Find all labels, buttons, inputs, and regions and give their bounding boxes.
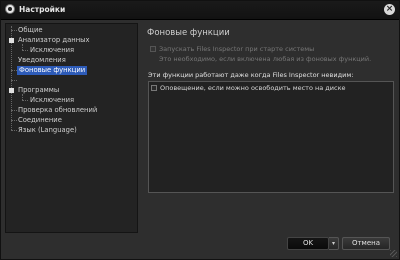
window-title: Настройки bbox=[19, 5, 66, 14]
collapse-toggle-icon[interactable] bbox=[9, 88, 14, 93]
tree-item-language[interactable]: Язык (Language) bbox=[18, 126, 77, 135]
close-button[interactable]: × bbox=[384, 4, 395, 15]
disk-space-alert-checkbox[interactable] bbox=[151, 85, 157, 91]
title-bar[interactable]: Настройки × bbox=[1, 1, 399, 20]
background-section-label: Эти функции работают даже когда Files In… bbox=[148, 71, 354, 79]
startup-checkbox[interactable] bbox=[150, 46, 156, 52]
tree-item-connection[interactable]: Соединение bbox=[18, 116, 62, 125]
tree-connector bbox=[11, 130, 17, 131]
tree-item-analyzer-exclusions[interactable]: Исключения bbox=[30, 46, 74, 55]
app-icon bbox=[5, 4, 15, 14]
tree-item-programs[interactable]: Программы bbox=[18, 86, 59, 95]
settings-tree: Общие Анализатор данных Исключения Уведо… bbox=[5, 23, 138, 233]
tree-item-program-exclusions[interactable]: Исключения bbox=[30, 96, 74, 105]
tree-item-background-functions[interactable]: Фоновые функции bbox=[17, 66, 88, 75]
tree-connector bbox=[11, 80, 17, 81]
tree-item-update-check[interactable]: Проверка обновлений bbox=[18, 106, 97, 115]
ok-dropdown-button[interactable]: ▾ bbox=[329, 237, 339, 250]
ok-button[interactable]: OK bbox=[287, 237, 329, 250]
settings-window: Настройки × Общие Анализатор данных Искл… bbox=[0, 0, 400, 260]
startup-option-hint: Это необходимо, если включена любая из ф… bbox=[159, 55, 372, 63]
tree-connector bbox=[22, 100, 28, 101]
background-functions-list[interactable]: Оповещение, если можно освободить место … bbox=[148, 81, 394, 193]
tree-item-notifications[interactable]: Уведомления bbox=[18, 56, 66, 65]
cancel-button[interactable]: Отмена bbox=[342, 237, 390, 250]
tree-connector bbox=[11, 110, 17, 111]
resize-grip-icon[interactable] bbox=[390, 250, 397, 257]
tree-connector bbox=[22, 50, 28, 51]
page-title: Фоновые функции bbox=[147, 28, 230, 38]
tree-item-general[interactable]: Общие bbox=[18, 26, 43, 35]
startup-option-label: Запускать Files Inspector при старте сис… bbox=[159, 45, 315, 53]
tree-connector bbox=[11, 120, 17, 121]
disk-space-alert-label: Оповещение, если можно освободить место … bbox=[160, 84, 346, 92]
tree-connector bbox=[11, 30, 17, 31]
tree-item-data-analyzer[interactable]: Анализатор данных bbox=[18, 36, 90, 45]
collapse-toggle-icon[interactable] bbox=[9, 38, 14, 43]
